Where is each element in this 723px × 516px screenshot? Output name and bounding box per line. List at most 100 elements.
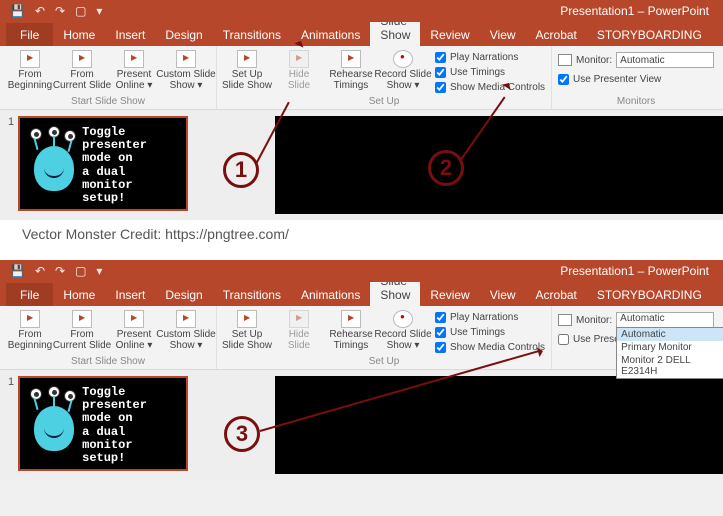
redo-icon[interactable]: ↷ — [55, 4, 65, 18]
custom-slide-show-button[interactable]: Custom Slide Show ▾ — [162, 308, 210, 351]
from-beginning-button[interactable]: From Beginning — [6, 308, 54, 351]
quick-access-toolbar: 💾 ↶ ↷ ▢ ▾ — [0, 264, 102, 278]
save-icon[interactable]: 💾 — [10, 4, 25, 18]
workspace: 1 Toggle presenter mode on a dual monito… — [0, 370, 723, 480]
monitor-icon — [558, 54, 572, 66]
tab-storyboarding[interactable]: STORYBOARDING — [587, 23, 712, 46]
menu-bar: File Home Insert Design Transitions Anim… — [0, 22, 723, 46]
monitor-select[interactable]: Automatic — [616, 52, 714, 68]
undo-icon[interactable]: ↶ — [35, 4, 45, 18]
title-bar: 💾 ↶ ↷ ▢ ▾ Presentation1 – PowerPoint — [0, 260, 723, 282]
title-bar: 💾 ↶ ↷ ▢ ▾ Presentation1 – PowerPoint — [0, 0, 723, 22]
play-icon — [20, 310, 40, 328]
play-narrations-checkbox[interactable]: Play Narrations — [435, 310, 545, 325]
qat-more-icon[interactable]: ▾ — [96, 4, 102, 18]
rehearse-timings-button[interactable]: Rehearse Timings — [327, 48, 375, 91]
group-label: Monitors — [558, 95, 714, 107]
use-presenter-view-checkbox[interactable]: Use Presenter View — [558, 72, 714, 87]
set-up-slide-show-button[interactable]: Set Up Slide Show — [223, 48, 271, 91]
slide-text: Toggle presenter mode on a dual monitor … — [82, 122, 151, 205]
tab-file[interactable]: File — [6, 23, 53, 46]
record-slide-show-button[interactable]: Record Slide Show ▾ — [379, 308, 427, 351]
monitor-option[interactable]: Automatic — [617, 328, 723, 341]
set-up-slide-show-button[interactable]: Set Up Slide Show — [223, 308, 271, 351]
undo-icon[interactable]: ↶ — [35, 264, 45, 278]
main-slide-view[interactable] — [275, 376, 723, 474]
group-monitors: Monitor: Automatic Use Presenter View Mo… — [552, 46, 720, 109]
from-beginning-button[interactable]: From Beginning — [6, 48, 54, 91]
play-icon — [20, 50, 40, 68]
slide-thumbnail-panel[interactable]: 1 Toggle presenter mode on a dual monito… — [0, 370, 195, 480]
play-icon — [72, 310, 92, 328]
monitor-icon — [176, 310, 196, 328]
monitor-icon — [237, 310, 257, 328]
tab-transitions[interactable]: Transitions — [213, 283, 291, 306]
annotation-1: 1 — [223, 152, 259, 188]
tab-design[interactable]: Design — [155, 23, 212, 46]
slide-thumbnail[interactable]: Toggle presenter mode on a dual monitor … — [18, 116, 188, 211]
tab-insert[interactable]: Insert — [105, 23, 155, 46]
redo-icon[interactable]: ↷ — [55, 264, 65, 278]
monitor-icon — [124, 310, 144, 328]
tab-home[interactable]: Home — [53, 283, 105, 306]
rehearse-timings-button[interactable]: Rehearse Timings — [327, 308, 375, 351]
image-credit: Vector Monster Credit: https://pngtree.c… — [0, 220, 723, 260]
tab-design[interactable]: Design — [155, 283, 212, 306]
slide-thumbnail[interactable]: Toggle presenter mode on a dual monitor … — [18, 376, 188, 471]
record-icon — [393, 310, 413, 328]
monitor-icon — [237, 50, 257, 68]
tab-acrobat[interactable]: Acrobat — [526, 283, 587, 306]
present-online-button[interactable]: Present Online ▾ — [110, 308, 158, 351]
slide-icon — [289, 50, 309, 68]
monitor-dropdown-list[interactable]: Automatic Primary Monitor Monitor 2 DELL… — [616, 327, 723, 379]
tab-acrobat[interactable]: Acrobat — [526, 23, 587, 46]
tab-file[interactable]: File — [6, 283, 53, 306]
hide-slide-button[interactable]: Hide Slide — [275, 308, 323, 351]
monitor-icon — [176, 50, 196, 68]
group-start-slide-show: From Beginning From Current Slide Presen… — [0, 46, 217, 109]
monitor-option[interactable]: Primary Monitor — [617, 341, 723, 354]
tab-view[interactable]: View — [480, 23, 526, 46]
tab-animations[interactable]: Animations — [291, 283, 370, 306]
group-label: Start Slide Show — [6, 355, 210, 367]
record-icon — [393, 50, 413, 68]
tab-transitions[interactable]: Transitions — [213, 23, 291, 46]
group-label: Start Slide Show — [6, 95, 210, 107]
monitor-option[interactable]: Monitor 2 DELL E2314H — [617, 354, 723, 378]
present-online-button[interactable]: Present Online ▾ — [110, 48, 158, 91]
show-media-controls-checkbox[interactable]: Show Media Controls — [435, 80, 545, 95]
custom-slide-show-button[interactable]: Custom Slide Show ▾ — [162, 48, 210, 91]
tab-review[interactable]: Review — [420, 283, 479, 306]
tab-review[interactable]: Review — [420, 23, 479, 46]
hide-slide-button[interactable]: Hide Slide — [275, 48, 323, 91]
use-timings-checkbox[interactable]: Use Timings — [435, 65, 545, 80]
slide-icon — [289, 310, 309, 328]
window-title: Presentation1 – PowerPoint — [560, 264, 709, 278]
tab-view[interactable]: View — [480, 283, 526, 306]
menu-bar: File Home Insert Design Transitions Anim… — [0, 282, 723, 306]
play-narrations-checkbox[interactable]: Play Narrations — [435, 50, 545, 65]
tab-storyboarding[interactable]: STORYBOARDING — [587, 283, 712, 306]
start-from-beginning-icon[interactable]: ▢ — [75, 4, 86, 18]
use-timings-checkbox[interactable]: Use Timings — [435, 325, 545, 340]
ribbon: From Beginning From Current Slide Presen… — [0, 306, 723, 370]
slide-thumbnail-panel[interactable]: 1 Toggle presenter mode on a dual monito… — [0, 110, 195, 220]
save-icon[interactable]: 💾 — [10, 264, 25, 278]
from-current-slide-button[interactable]: From Current Slide — [58, 308, 106, 351]
main-slide-view[interactable] — [275, 116, 723, 214]
qat-more-icon[interactable]: ▾ — [96, 264, 102, 278]
play-icon — [72, 50, 92, 68]
quick-access-toolbar: 💾 ↶ ↷ ▢ ▾ — [0, 4, 102, 18]
record-slide-show-button[interactable]: Record Slide Show ▾ — [379, 48, 427, 91]
monitor-select[interactable]: Automatic — [616, 312, 714, 328]
start-from-beginning-icon[interactable]: ▢ — [75, 264, 86, 278]
window-title: Presentation1 – PowerPoint — [560, 4, 709, 18]
from-current-slide-button[interactable]: From Current Slide — [58, 48, 106, 91]
monitor-label: Monitor: — [576, 315, 612, 326]
monster-illustration — [24, 126, 82, 201]
tab-home[interactable]: Home — [53, 23, 105, 46]
slide-number: 1 — [8, 116, 14, 128]
tab-insert[interactable]: Insert — [105, 283, 155, 306]
use-presenter-label: Use Prese — [573, 332, 620, 347]
workspace: 1 Toggle presenter mode on a dual monito… — [0, 110, 723, 220]
